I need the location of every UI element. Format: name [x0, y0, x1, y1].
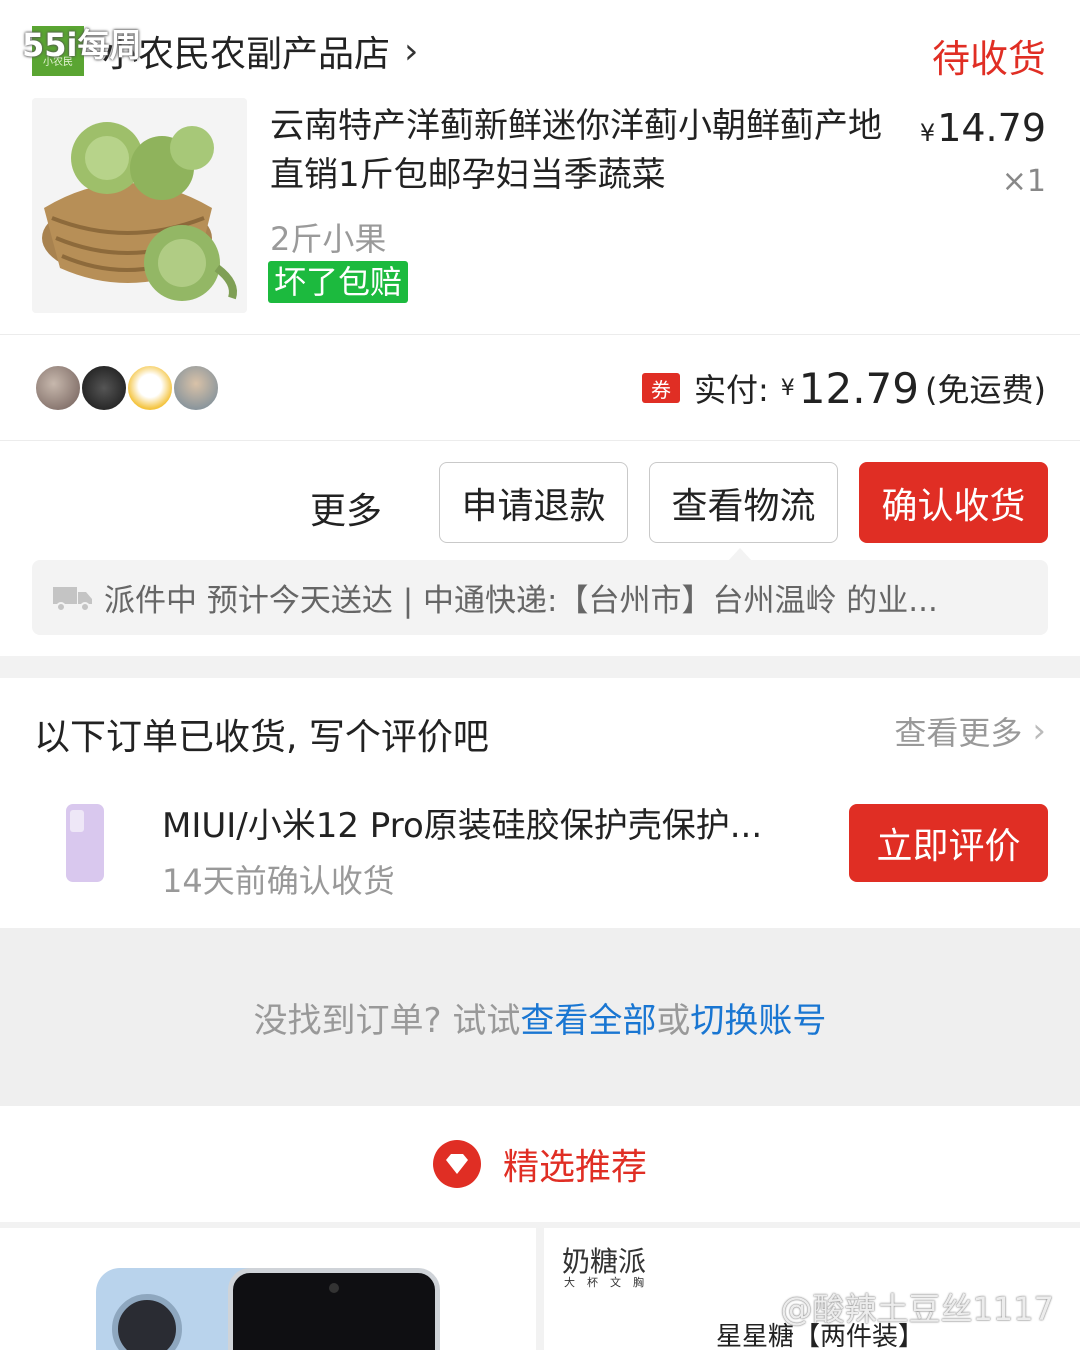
camera-lens — [112, 1294, 182, 1350]
order-status: 待收货 — [931, 37, 1046, 81]
logistics-bar[interactable]: 派件中 预计今天送达 | 中通快递:【台州市】台州温岭 的业... — [32, 560, 1048, 635]
view-all-link[interactable]: 查看全部 — [520, 993, 656, 1042]
product-spec: 2斤小果 — [270, 220, 387, 258]
review-item-subtitle: 14天前确认收货 — [162, 862, 395, 900]
not-found-middle: 或 — [656, 1000, 691, 1041]
see-more-link[interactable]: 查看更多 › — [894, 708, 1046, 754]
product-title[interactable]: 云南特产洋蓟新鲜迷你洋蓟小朝鲜蓟产地直销1斤包邮孕妇当季蔬菜 — [270, 102, 910, 200]
switch-account-link[interactable]: 切换账号 — [690, 993, 826, 1042]
chevron-right-icon: › — [1032, 711, 1046, 751]
artichoke-basket-image — [32, 98, 247, 313]
avatar — [34, 364, 82, 412]
paid-row: 券 实付: ¥ 12.79 (免运费) — [641, 363, 1046, 413]
product-image[interactable] — [32, 98, 247, 313]
confirm-receipt-button[interactable]: 确认收货 — [859, 462, 1048, 543]
shop-name[interactable]: 小农民农副产品店 — [102, 25, 390, 77]
phone-front-image — [228, 1268, 440, 1350]
logistics-text: 派件中 预计今天送达 | 中通快递:【台州市】台州温岭 的业... — [104, 583, 938, 619]
review-heading: 以下订单已收货, 写个评价吧 — [34, 717, 489, 758]
paid-symbol: ¥ — [780, 375, 795, 401]
heart-diamond-icon — [432, 1140, 481, 1188]
truck-icon — [53, 586, 92, 612]
review-card: 以下订单已收货, 写个评价吧 查看更多 › MIUI/小米12 Pro原装硅胶保护… — [0, 678, 1080, 928]
diamond-glyph — [445, 1154, 468, 1174]
overlay-label: 55i每周 — [22, 26, 142, 64]
recommend-header: 精选推荐 — [0, 1106, 1080, 1222]
view-logistics-button[interactable]: 查看物流 — [649, 462, 838, 543]
coupon-icon: 券 — [641, 373, 680, 403]
brand-sub-text: 大杯文胸 — [564, 1276, 656, 1289]
see-more-label: 查看更多 — [894, 714, 1023, 752]
paid-label: 实付: — [693, 371, 769, 409]
avatar — [172, 364, 220, 412]
price-value: 14.79 — [937, 106, 1046, 150]
refund-button[interactable]: 申请退款 — [439, 462, 628, 543]
review-item-title[interactable]: MIUI/小米12 Pro原装硅胶保护壳保护... — [162, 798, 812, 847]
divider — [0, 440, 1080, 441]
avatar-group[interactable] — [34, 364, 234, 412]
front-camera-dot — [329, 1283, 339, 1293]
not-found-prefix: 没找到订单? 试试 — [253, 1000, 521, 1041]
divider — [0, 334, 1080, 335]
paid-note: (免运费) — [925, 371, 1046, 409]
price-symbol: ¥ — [919, 119, 936, 147]
product-price: ¥14.79 — [920, 106, 1046, 150]
avatar — [80, 364, 128, 412]
case-camera-cutout — [70, 810, 84, 832]
recommend-title: 精选推荐 — [502, 1147, 647, 1188]
paid-amount: 12.79 — [798, 363, 920, 413]
guarantee-badge: 坏了包赔 — [268, 261, 409, 303]
recommend-tile-phone[interactable] — [0, 1228, 536, 1350]
more-button[interactable]: 更多 — [310, 482, 382, 534]
not-found-bar: 没找到订单? 试试 查看全部 或 切换账号 — [0, 928, 1080, 1106]
order-card: 小农民 小农民农副产品店 › 55i每周 待收货 云南特产洋蓟新鲜迷你洋蓟小朝鲜… — [0, 0, 1080, 656]
review-now-button[interactable]: 立即评价 — [849, 804, 1048, 882]
chevron-right-icon[interactable]: › — [404, 31, 418, 72]
phone-case-image[interactable] — [66, 804, 104, 882]
avatar — [126, 364, 174, 412]
product-quantity: ×1 — [1001, 164, 1046, 199]
watermark: @酸辣土豆丝1117 — [780, 1290, 1054, 1328]
